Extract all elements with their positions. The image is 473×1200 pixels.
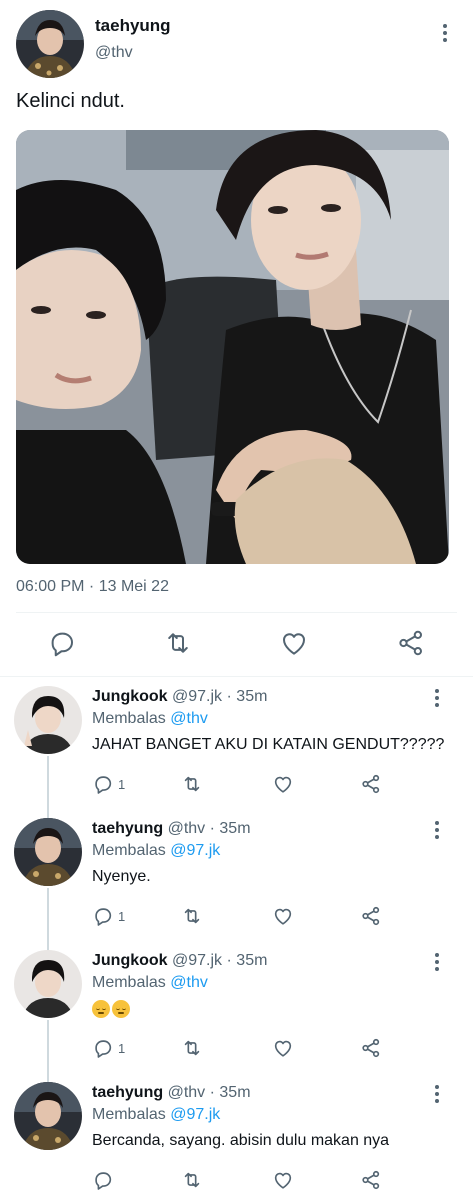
reply-text: Nyenye. [92, 868, 151, 885]
replying-to-mention[interactable]: @97.jk [170, 842, 220, 859]
like-button[interactable] [272, 904, 294, 928]
reply-icon [95, 1172, 112, 1190]
reply-author-name[interactable]: Jungkook [92, 688, 168, 705]
retweet-icon [184, 1040, 200, 1056]
reply-author-handle[interactable]: @97.jk [172, 688, 222, 705]
divider [16, 612, 457, 613]
more-icon[interactable] [435, 21, 455, 45]
reply-author-handle[interactable]: @97.jk [172, 952, 222, 969]
replying-to-mention[interactable]: @97.jk [170, 1106, 220, 1123]
like-icon [274, 776, 292, 793]
reply-tweet[interactable]: taehyung @thv · 35m Membalas @97.jk Nyen… [0, 810, 473, 940]
share-button[interactable] [360, 1036, 382, 1060]
retweet-icon[interactable] [163, 628, 193, 658]
reply-avatar[interactable] [14, 1082, 82, 1150]
reply-text [92, 1000, 132, 1018]
reply-tweet[interactable]: Jungkook @97.jk · 35m Membalas @thv 1 [0, 942, 473, 1072]
reply-avatar[interactable] [14, 686, 82, 754]
reply-time: · 35m [226, 952, 268, 969]
reply-author-name[interactable]: taehyung [92, 820, 163, 837]
reply-icon [95, 1040, 112, 1058]
more-icon[interactable] [427, 818, 447, 842]
share-button[interactable] [360, 772, 382, 796]
replying-label: Membalas [92, 974, 166, 991]
reply-time: · 35m [209, 1084, 251, 1101]
more-icon[interactable] [427, 1082, 447, 1106]
reply-time: · 35m [209, 820, 251, 837]
reply-icon [95, 776, 112, 794]
share-button[interactable] [360, 904, 382, 928]
share-icon [362, 1170, 380, 1190]
reply-button[interactable] [92, 1168, 114, 1192]
replying-label: Membalas [92, 842, 166, 859]
reply-count: 1 [118, 1040, 126, 1056]
main-author-handle[interactable]: @thv [95, 44, 133, 62]
reply-author-handle[interactable]: @thv [168, 1084, 206, 1101]
like-button[interactable] [272, 1168, 294, 1192]
avatar-taehyung-image [14, 1082, 82, 1150]
avatar-taehyung-image [14, 818, 82, 886]
reply-button[interactable]: 1 [92, 772, 125, 796]
like-icon [274, 908, 292, 925]
share-icon [362, 906, 380, 926]
tweet-photo-image [16, 130, 449, 564]
reply-button[interactable]: 1 [92, 904, 125, 928]
avatar-taehyung-image [16, 10, 84, 78]
retweet-button[interactable] [181, 904, 203, 928]
share-icon [362, 1038, 380, 1058]
tweet-photo[interactable] [16, 130, 449, 564]
reply-author-handle[interactable]: @thv [168, 820, 206, 837]
main-author-name[interactable]: taehyung [95, 16, 171, 36]
replying-to-mention[interactable]: @thv [170, 710, 208, 727]
like-icon[interactable] [279, 628, 309, 658]
retweet-icon [184, 1172, 200, 1188]
pensive-face-icon [92, 1000, 110, 1018]
main-avatar[interactable] [16, 10, 84, 78]
retweet-icon [184, 776, 200, 792]
reply-avatar[interactable] [14, 818, 82, 886]
reply-button[interactable]: 1 [92, 1036, 125, 1060]
reply-icon [95, 908, 112, 926]
share-icon[interactable] [396, 628, 426, 658]
reply-text: JAHAT BANGET AKU DI KATAIN GENDUT????? [92, 736, 445, 753]
reply-avatar[interactable] [14, 950, 82, 1018]
reply-text: Bercanda, sayang. abisin dulu makan nya [92, 1132, 390, 1149]
pensive-face-icon [112, 1000, 130, 1018]
replying-label: Membalas [92, 1106, 166, 1123]
like-icon [274, 1172, 292, 1189]
divider [0, 676, 473, 677]
tweet-text: Kelinci ndut. [16, 90, 125, 112]
retweet-button[interactable] [181, 1168, 203, 1192]
like-icon [274, 1040, 292, 1057]
reply-author-name[interactable]: Jungkook [92, 952, 168, 969]
like-button[interactable] [272, 1036, 294, 1060]
reply-author-name[interactable]: taehyung [92, 1084, 163, 1101]
replying-label: Membalas [92, 710, 166, 727]
reply-icon[interactable] [47, 628, 77, 658]
avatar-jungkook-image [14, 950, 82, 1018]
reply-tweet[interactable]: taehyung @thv · 35m Membalas @97.jk Berc… [0, 1074, 473, 1200]
like-button[interactable] [272, 772, 294, 796]
tweet-timestamp[interactable]: 06:00 PM · 13 Mei 22 [16, 578, 169, 596]
share-button[interactable] [360, 1168, 382, 1192]
reply-tweet[interactable]: Jungkook @97.jk · 35m Membalas @thv JAHA… [0, 678, 473, 808]
share-icon [362, 774, 380, 794]
retweet-button[interactable] [181, 772, 203, 796]
replying-to-mention[interactable]: @thv [170, 974, 208, 991]
reply-count: 1 [118, 776, 126, 792]
avatar-jungkook-image [14, 686, 82, 754]
more-icon[interactable] [427, 950, 447, 974]
retweet-button[interactable] [181, 1036, 203, 1060]
retweet-icon [184, 908, 200, 924]
reply-time: · 35m [226, 688, 268, 705]
more-icon[interactable] [427, 686, 447, 710]
reply-count: 1 [118, 908, 126, 924]
